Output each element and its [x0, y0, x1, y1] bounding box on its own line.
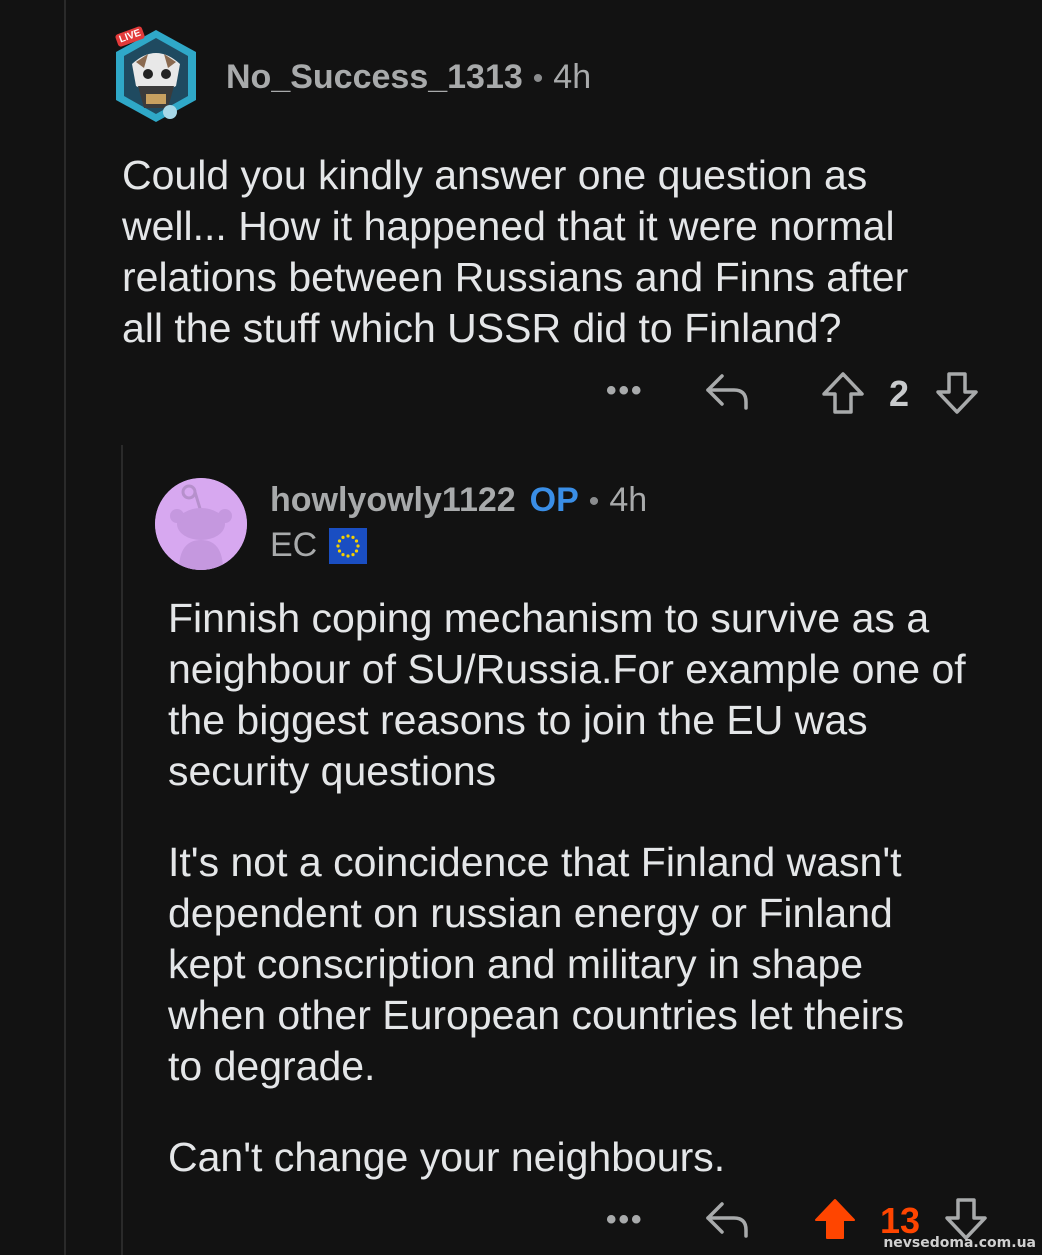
- comment-line: security questions: [168, 748, 497, 794]
- user-flair: EC: [270, 526, 368, 565]
- username[interactable]: howlyowly1122: [270, 481, 516, 520]
- eu-flag-icon: [329, 527, 368, 564]
- timestamp: 4h: [609, 481, 648, 519]
- flair-text: EC: [270, 526, 318, 564]
- reply-icon: [706, 374, 748, 410]
- comment-line: kept conscription and military in shape: [168, 941, 864, 987]
- comment-line: dependent on russian energy or Finland: [168, 890, 893, 936]
- user-avatar-no-success[interactable]: LIVE: [108, 24, 204, 128]
- comment-paragraph: Finnish coping mechanism to survive as a…: [168, 593, 1028, 797]
- reply-button[interactable]: [704, 1198, 752, 1245]
- username[interactable]: No_Success_1313: [226, 58, 523, 97]
- upvote-button[interactable]: [812, 1196, 858, 1247]
- comment-line: It's not a coincidence that Finland wasn…: [168, 839, 902, 885]
- user-avatar-howlyowly[interactable]: [155, 478, 247, 570]
- thread-line-top: [64, 0, 66, 1255]
- upvote-arrow-icon: [822, 372, 864, 414]
- reply-button[interactable]: [704, 370, 752, 417]
- comment-header: howlyowly1122 OP • 4h: [270, 481, 647, 520]
- comment-line: to degrade.: [168, 1043, 376, 1089]
- comment-line: the biggest reasons to join the EU was: [168, 697, 868, 743]
- upvote-arrow-filled-icon: [815, 1199, 855, 1239]
- upvote-button[interactable]: [820, 370, 866, 421]
- comment-line: when other European countries let theirs: [168, 992, 905, 1038]
- comment-line: well... How it happened that it were nor…: [122, 203, 895, 249]
- thread-line-reply: [121, 445, 123, 1255]
- downvote-button[interactable]: [934, 370, 980, 421]
- comment-paragraph: It's not a coincidence that Finland wasn…: [168, 837, 1028, 1092]
- reply-icon: [706, 1202, 748, 1238]
- comment-body: Could you kindly answer one question as …: [122, 150, 1022, 354]
- vote-score: 2: [889, 373, 910, 414]
- watermark: nevsedoma.com.ua: [883, 1235, 1036, 1251]
- more-options-button[interactable]: •••: [606, 1203, 644, 1237]
- separator-dot: •: [588, 485, 600, 518]
- timestamp: 4h: [553, 58, 592, 96]
- comment-header: No_Success_1313 • 4h: [226, 58, 591, 97]
- comment-line: Finnish coping mechanism to survive as a: [168, 595, 930, 641]
- comment-paragraph: Can't change your neighbours.: [168, 1132, 1028, 1183]
- comment-line: Could you kindly answer one question as: [122, 152, 868, 198]
- snoo-default-avatar-icon: [155, 478, 247, 570]
- comment-line: Can't change your neighbours.: [168, 1134, 726, 1180]
- comment-line: relations between Russians and Finns aft…: [122, 254, 909, 300]
- comment-body: Finnish coping mechanism to survive as a…: [168, 593, 1028, 1183]
- comment-line: all the stuff which USSR did to Finland?: [122, 305, 842, 351]
- separator-dot: •: [532, 62, 544, 95]
- op-badge: OP: [529, 481, 579, 519]
- downvote-arrow-icon: [936, 372, 978, 414]
- more-options-button[interactable]: •••: [606, 374, 644, 408]
- comment-line: neighbour of SU/Russia.For example one o…: [168, 646, 966, 692]
